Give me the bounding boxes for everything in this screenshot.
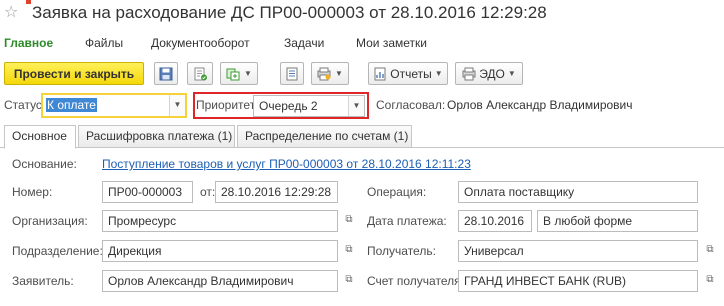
payment-date-field[interactable]: 28.10.2016 [458,210,532,232]
open-icon[interactable]: ⧉ [340,240,358,262]
recipient-label: Получатель: [367,244,436,258]
reports-icon [373,67,387,81]
edo-button[interactable]: ЭДО ▼ [455,62,523,85]
status-value: К оплате [46,98,97,112]
department-label: Подразделение: [12,244,103,258]
reports-label: Отчеты [390,66,432,81]
menu-item-files[interactable]: Файлы [85,35,123,51]
list-view-button[interactable] [280,62,304,85]
window-edge-marker [26,0,31,4]
open-icon[interactable]: ⧉ [340,210,358,232]
priority-value: Очередь 2 [259,99,318,113]
document-post-icon [193,67,207,81]
chevron-down-icon: ▼ [244,69,252,78]
recipient-field[interactable]: Универсал [458,240,698,262]
department-field[interactable]: Дирекция [102,240,338,262]
create-based-on-icon [226,67,240,81]
tab-payment-breakdown[interactable]: Расшифровка платежа (1) [78,125,235,148]
chevron-down-icon: ▼ [335,69,343,78]
organization-label: Организация: [12,214,88,228]
number-label: Номер: [12,185,53,199]
menu-item-my-notes[interactable]: Мои заметки [356,35,427,51]
tab-account-distribution[interactable]: Распределение по счетам (1) [237,125,412,148]
floppy-disk-icon [159,67,173,81]
open-icon[interactable]: ⧉ [340,270,358,292]
post-document-button[interactable] [187,62,213,85]
open-icon[interactable]: ⧉ [701,240,719,262]
menu-item-document-flow[interactable]: Документооборот [151,35,250,51]
organization-field[interactable]: Промресурс [102,210,338,232]
menu-item-tasks[interactable]: Задачи [284,35,324,51]
operation-select[interactable]: Оплата поставщику [458,181,698,203]
approved-by-value: Орлов Александр Владимирович [447,98,633,112]
chevron-down-icon[interactable]: ▼ [348,96,364,116]
reports-button[interactable]: Отчеты ▼ [368,62,448,85]
applicant-field[interactable]: Орлов Александр Владимирович [102,270,338,292]
star-icon[interactable]: ☆ [4,4,18,22]
edo-icon [462,67,476,81]
chevron-down-icon: ▼ [507,69,516,78]
print-icon [317,67,331,81]
create-based-on-button[interactable]: ▼ [220,62,258,85]
status-select[interactable]: К оплате ▼ [41,93,187,118]
priority-select[interactable]: Очередь 2 ▼ [253,95,365,117]
date-field[interactable]: 28.10.2016 12:29:28 [215,181,338,203]
approved-by-label: Согласовал: [376,98,446,112]
chevron-down-icon[interactable]: ▼ [169,95,185,116]
tab-main[interactable]: Основное [4,125,76,149]
payment-form-field[interactable]: В любой форме [537,210,698,232]
basis-link[interactable]: Поступление товаров и услуг ПР00-000003 … [102,153,471,175]
applicant-label: Заявитель: [12,274,74,288]
recipient-account-label: Счет получателя: [367,274,464,288]
list-icon [285,67,299,81]
save-button[interactable] [154,62,178,85]
basis-label: Основание: [12,157,77,171]
chevron-down-icon: ▼ [434,69,443,78]
open-icon[interactable]: ⧉ [701,270,719,292]
payment-date-label: Дата платежа: [367,214,447,228]
operation-label: Операция: [367,185,427,199]
status-label: Статус: [4,98,46,112]
from-label: от: [200,185,216,199]
priority-label: Приоритет: [196,98,259,112]
page-title: Заявка на расходование ДС ПР00-000003 от… [32,3,547,22]
edo-label: ЭДО [479,66,505,81]
post-and-close-button[interactable]: Провести и закрыть [4,62,144,85]
number-field[interactable]: ПР00-000003 [102,181,193,203]
menu-item-main[interactable]: Главное [4,35,53,51]
operation-value: Оплата поставщику [464,185,575,199]
print-button[interactable]: ▼ [311,62,349,85]
recipient-account-field[interactable]: ГРАНД ИНВЕСТ БАНК (RUB) [458,270,698,292]
